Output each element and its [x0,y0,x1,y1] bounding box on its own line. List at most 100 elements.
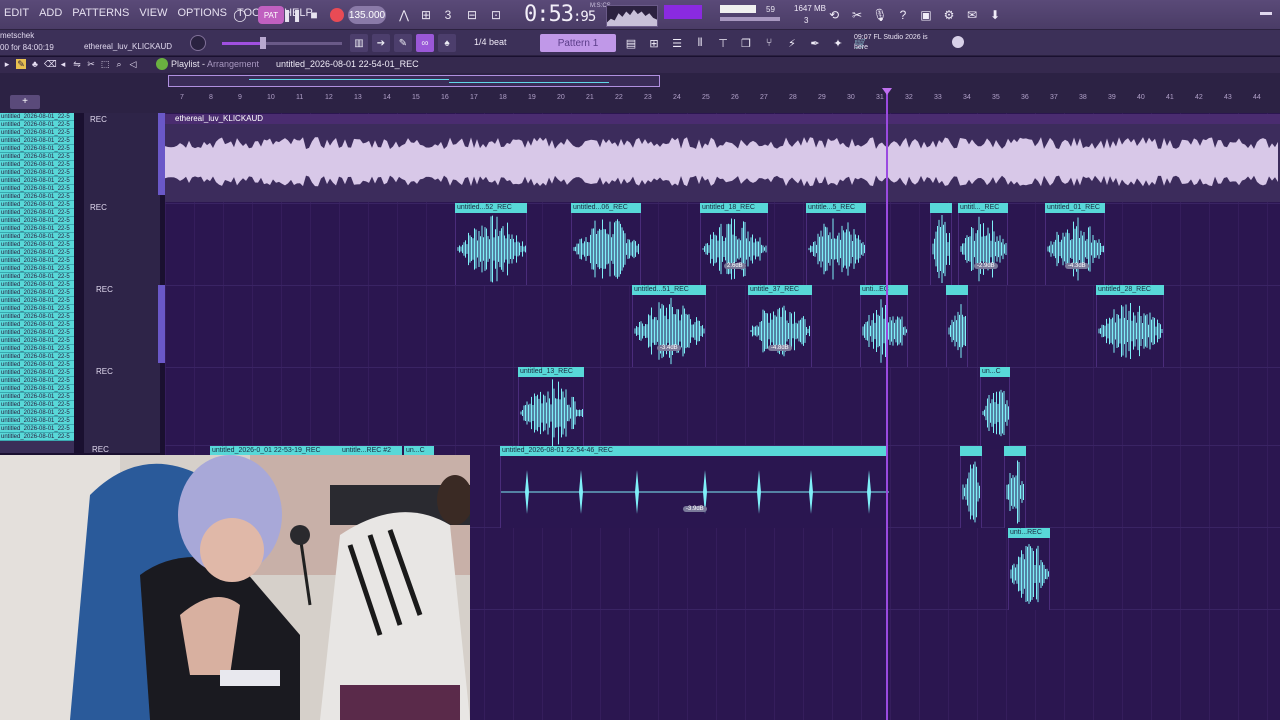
picker-item[interactable]: untitled_2026-08-01_22-5 [0,401,74,409]
picker-item[interactable]: untitled_2026-08-01_22-5 [0,249,74,257]
plugin-icon[interactable]: ⚙ [941,5,957,25]
fork-icon[interactable]: ⑂ [760,34,778,52]
picker-item[interactable]: untitled_2026-08-01_22-5 [0,121,74,129]
picker-item[interactable]: untitled_2026-08-01_22-5 [0,153,74,161]
wait-input-icon[interactable]: ⊞ [416,5,436,25]
picker-item[interactable]: untitled_2026-08-01_22-5 [0,193,74,201]
picker-item[interactable]: untitled_2026-08-01_22-5 [0,289,74,297]
tempo-display[interactable]: 135.000 [348,6,386,24]
playlist-icon[interactable]: ▤ [622,34,640,52]
audio-clip[interactable] [1004,446,1026,528]
track-header-1[interactable]: REC [90,115,107,124]
draw-tool-icon[interactable]: ✎ [16,59,26,69]
song-position[interactable]: 0:53:95 [524,2,596,27]
menu-add[interactable]: ADD [39,7,62,19]
picker-item[interactable]: untitled_2026-08-01_22-5 [0,145,74,153]
menu-options[interactable]: OPTIONS [177,7,227,19]
picker-item[interactable]: untitled_2026-08-01_22-5 [0,281,74,289]
picker-item[interactable]: untitled_2026-08-01_22-5 [0,409,74,417]
picker-item[interactable]: untitled_2026-08-01_22-5 [0,305,74,313]
timeline-ruler[interactable]: 7 8 9 10 11 12 13 14 15 16 17 18 19 20 21 22 23 24 25 26 27 2… [168,90,1280,110]
audio-clip[interactable]: unti...REC [1008,528,1050,610]
audio-clip[interactable]: untitled...06_REC [571,203,641,285]
picker-item[interactable]: untitled_2026-08-01_22-5 [0,217,74,225]
track-color-strip[interactable] [158,285,165,363]
mute-tool-icon[interactable]: ◂ [58,59,68,69]
audio-clip-main[interactable]: ethereal_luv_KLICKAUD [165,114,1280,202]
faders-icon[interactable]: ⫴ [691,34,709,52]
picker-item[interactable]: untitled_2026-08-01_22-5 [0,337,74,345]
audio-clip[interactable]: untitle...5_REC [806,203,866,285]
audio-clip[interactable]: untitled_13_REC [518,367,584,449]
arrangement-label[interactable]: Arrangement [207,59,259,69]
playhead[interactable] [886,90,888,720]
picker-item[interactable]: untitled_2026-08-01_22-5 [0,353,74,361]
playhead-marker[interactable] [882,88,892,95]
audio-clip[interactable]: un...C [980,367,1010,449]
stop-icon[interactable]: ■ [304,5,324,25]
picker-item[interactable]: untitled_2026-08-01_22-5 [0,113,74,121]
picker-item[interactable]: untitled_2026-08-01_22-5 [0,129,74,137]
picker-item[interactable]: untitled_2026-08-01_22-5 [0,329,74,337]
track-header-2[interactable]: REC [90,203,107,212]
picker-item[interactable]: untitled_2026-08-01_22-5 [0,361,74,369]
pause-icon[interactable]: ❚❚ [282,5,302,25]
picker-item[interactable]: untitled_2026-08-01_22-5 [0,209,74,217]
minimize-icon[interactable] [1260,12,1272,15]
arrow-icon[interactable]: ➔ [372,34,390,52]
audio-clip[interactable]: untitled...52_REC [455,203,527,285]
pattern-selector[interactable]: Pattern 1 [540,34,616,52]
track-header-5[interactable]: REC [92,445,109,454]
picker-item[interactable]: untitled_2026-08-01_22-5 [0,201,74,209]
slip-tool-icon[interactable]: ⇋ [72,59,82,69]
picker-item[interactable]: untitled_2026-08-01_22-5 [0,233,74,241]
track-header-3[interactable]: REC [96,285,113,294]
undo-icon[interactable]: ⟲ [826,5,842,25]
help-icon[interactable]: ? [895,5,911,25]
picker-item[interactable]: untitled_2026-08-01_22-5 [0,225,74,233]
mic-icon[interactable]: 🎙 [872,5,888,25]
countdown-icon[interactable]: 3 [438,5,458,25]
picker-item[interactable]: untitled_2026-08-01_22-5 [0,273,74,281]
master-volume-slider[interactable] [222,37,342,49]
picker-item[interactable]: untitled_2026-08-01_22-5 [0,385,74,393]
brush-icon[interactable]: ✎ [394,34,412,52]
picker-item[interactable]: untitled_2026-08-01_22-5 [0,161,74,169]
picker-item[interactable]: untitled_2026-08-01_22-5 [0,425,74,433]
picker-item[interactable]: untitled_2026-08-01_22-5 [0,185,74,193]
loop-record-icon[interactable]: ⊡ [486,5,506,25]
metronome-icon[interactable]: ⋀ [394,5,414,25]
audio-clip[interactable]: untitled_28_REC [1096,285,1164,367]
select-tool-icon[interactable]: ⬚ [100,59,110,69]
delete-tool-icon[interactable]: ⌫ [44,59,57,69]
record-button[interactable] [330,8,344,22]
playlist-overview[interactable] [168,75,660,87]
play-tool-icon[interactable]: ◁ [128,59,138,69]
globe-icon[interactable] [952,36,964,48]
pattern-song-toggle[interactable]: PAT [258,6,284,24]
audio-clip[interactable]: untitled...51_REC [632,285,706,367]
picker-item[interactable]: untitled_2026-08-01_22-5 [0,313,74,321]
picker-item[interactable]: untitled_2026-08-01_22-5 [0,265,74,273]
news-panel[interactable]: 09:07 FL Studio 2026 is here [854,33,928,53]
plug-icon[interactable]: ⚡ [783,34,801,52]
audio-clip[interactable] [946,285,968,367]
audio-clip[interactable]: untitle_37_REC [748,285,812,367]
picker-item[interactable]: untitled_2026-08-01_22-5 [0,321,74,329]
chat-icon[interactable]: ✉ [964,5,980,25]
picker-item[interactable]: untitled_2026-08-01_22-5 [0,433,74,441]
browser-icon[interactable]: ⊤ [714,34,732,52]
mixer-icon[interactable]: ☰ [668,34,686,52]
cut-icon[interactable]: ✂ [849,5,865,25]
picker-item[interactable]: untitled_2026-08-01_22-5 [0,257,74,265]
picker-item[interactable]: untitled_2026-08-01_22-5 [0,369,74,377]
audio-clip[interactable] [960,446,982,528]
step-edit-icon[interactable]: ⊟ [462,5,482,25]
picker-item[interactable]: untitled_2026-08-01_22-5 [0,169,74,177]
audio-clip[interactable]: untitled_01_REC [1045,203,1105,285]
picker-item[interactable]: untitled_2026-08-01_22-5 [0,297,74,305]
snap-selector[interactable]: 1/4 beat [474,37,522,51]
audio-clip[interactable] [930,203,952,285]
picker-item[interactable]: untitled_2026-08-01_22-5 [0,137,74,145]
picker-item[interactable]: untitled_2026-08-01_22-5 [0,417,74,425]
